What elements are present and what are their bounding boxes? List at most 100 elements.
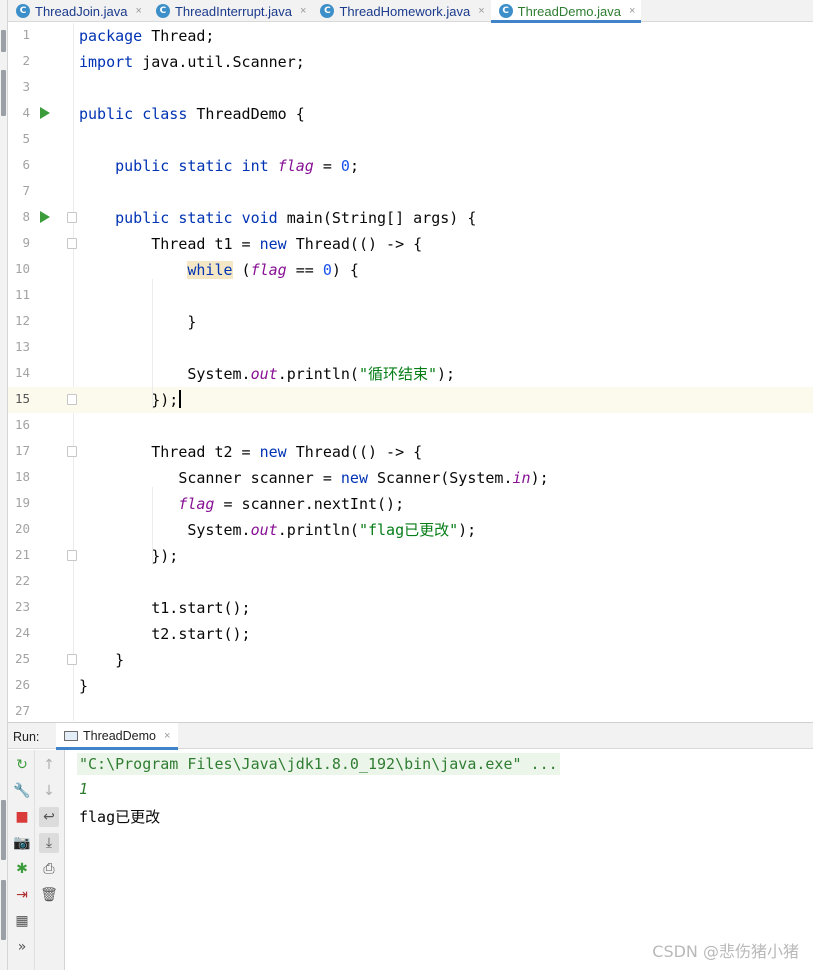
- line-number: 6: [22, 157, 30, 172]
- more-icon[interactable]: »: [12, 937, 32, 957]
- print-icon[interactable]: ⎙: [39, 859, 59, 879]
- code-line[interactable]: 2 import java.util.Scanner;: [8, 49, 813, 75]
- console-window-icon: [64, 731, 78, 741]
- java-class-icon: C: [320, 4, 335, 18]
- line-number: 7: [22, 183, 30, 198]
- run-console[interactable]: "C:\Program Files\Java\jdk1.8.0_192\bin\…: [66, 750, 813, 970]
- indent-guide: [152, 487, 153, 565]
- java-class-icon: C: [16, 4, 30, 18]
- code-line[interactable]: 6 public static int flag = 0;: [8, 153, 813, 179]
- code-text: System.out.println("循环结束");: [79, 365, 456, 383]
- code-line[interactable]: 25 }: [8, 647, 813, 673]
- close-icon[interactable]: ×: [136, 5, 142, 17]
- line-number: 20: [14, 521, 30, 536]
- code-line[interactable]: 22: [8, 569, 813, 595]
- line-number: 26: [14, 677, 30, 692]
- run-toolbar-secondary: ↑ ↓ ↩ ⤓ ⎙ 🗑: [35, 750, 65, 970]
- line-number: 22: [14, 573, 30, 588]
- code-line[interactable]: 19 flag = scanner.nextInt();: [8, 491, 813, 517]
- code-line[interactable]: 14 System.out.println("循环结束");: [8, 361, 813, 387]
- code-line[interactable]: 9 Thread t1 = new Thread(() -> {: [8, 231, 813, 257]
- line-number: 23: [14, 599, 30, 614]
- fold-marker-icon[interactable]: [67, 212, 77, 223]
- code-text: t1.start();: [79, 599, 251, 617]
- tab-label: ThreadHomework.java: [339, 3, 471, 19]
- line-number: 8: [22, 209, 30, 224]
- fold-marker-icon[interactable]: [67, 238, 77, 249]
- line-number: 9: [22, 235, 30, 250]
- fold-marker-icon[interactable]: [67, 550, 77, 561]
- code-text: package Thread;: [79, 27, 215, 45]
- code-line[interactable]: 13: [8, 335, 813, 361]
- project-tool-tab[interactable]: [1, 30, 6, 52]
- code-text: public static int flag = 0;: [115, 157, 359, 175]
- code-line[interactable]: 21 });: [8, 543, 813, 569]
- trash-icon[interactable]: 🗑: [39, 885, 59, 905]
- rerun-icon[interactable]: ↻: [12, 755, 32, 775]
- code-line[interactable]: 5: [8, 127, 813, 153]
- code-line[interactable]: 10 while (flag == 0) {: [8, 257, 813, 283]
- code-text: public static void main(String[] args) {: [115, 209, 477, 227]
- fold-marker-icon[interactable]: [67, 394, 77, 405]
- code-text: while (flag == 0) {: [187, 261, 359, 279]
- code-line[interactable]: 24 t2.start();: [8, 621, 813, 647]
- code-text: flag = scanner.nextInt();: [178, 495, 405, 513]
- java-class-icon: C: [498, 4, 513, 18]
- tab-label: ThreadDemo.java: [517, 3, 621, 19]
- line-number: 17: [14, 443, 30, 458]
- run-config-tab[interactable]: ThreadDemo ×: [56, 723, 179, 750]
- line-number: 25: [14, 651, 30, 666]
- code-line[interactable]: 12 }: [8, 309, 813, 335]
- line-number: 24: [14, 625, 30, 640]
- tab-threaddemo[interactable]: C ThreadDemo.java ×: [490, 0, 642, 23]
- code-line[interactable]: 11: [8, 283, 813, 309]
- code-line[interactable]: 17 Thread t2 = new Thread(() -> {: [8, 439, 813, 465]
- line-number: 1: [22, 27, 30, 42]
- camera-icon[interactable]: 📷: [12, 833, 32, 853]
- code-text: }: [79, 651, 125, 669]
- arrow-up-icon[interactable]: ↑: [39, 755, 59, 775]
- bookmarks-tool-tab[interactable]: [1, 800, 6, 860]
- line-number: 4: [22, 105, 30, 120]
- code-line[interactable]: 16: [8, 413, 813, 439]
- code-line[interactable]: 23 t1.start();: [8, 595, 813, 621]
- soft-wrap-icon[interactable]: ↩: [39, 807, 59, 827]
- code-line[interactable]: 3: [8, 75, 813, 101]
- code-line[interactable]: 7: [8, 179, 813, 205]
- tab-threadhomework[interactable]: C ThreadHomework.java ×: [312, 0, 490, 22]
- stop-icon[interactable]: ■: [12, 807, 32, 827]
- line-number: 11: [14, 287, 30, 302]
- code-line[interactable]: 8 public static void main(String[] args)…: [8, 205, 813, 231]
- structure-tool-tab[interactable]: [1, 70, 6, 116]
- run-panel-header: Run: ThreadDemo ×: [8, 722, 813, 750]
- code-line[interactable]: 4 public class ThreadDemo {: [8, 101, 813, 127]
- tab-threadjoin[interactable]: C ThreadJoin.java ×: [8, 0, 148, 22]
- fold-marker-icon[interactable]: [67, 446, 77, 457]
- scroll-to-end-icon[interactable]: ⤓: [39, 833, 59, 853]
- line-number: 2: [22, 53, 30, 68]
- favorites-tool-tab[interactable]: [1, 880, 6, 940]
- arrow-down-icon[interactable]: ↓: [39, 781, 59, 801]
- wrench-icon[interactable]: 🔧: [12, 781, 32, 801]
- code-editor[interactable]: 1 package Thread; 2 import java.util.Scanne…: [8, 23, 813, 721]
- console-user-input: 1: [79, 780, 89, 798]
- close-icon[interactable]: ×: [164, 730, 170, 742]
- debug-icon[interactable]: ✱: [12, 859, 32, 879]
- code-line[interactable]: 27: [8, 699, 813, 721]
- fold-marker-icon[interactable]: [67, 654, 77, 665]
- code-line[interactable]: 26}: [8, 673, 813, 699]
- run-gutter-icon[interactable]: [40, 107, 50, 119]
- code-line[interactable]: 20 System.out.println("flag已更改");: [8, 517, 813, 543]
- run-gutter-icon[interactable]: [40, 211, 50, 223]
- exit-icon[interactable]: ⇥: [12, 885, 32, 905]
- close-icon[interactable]: ×: [300, 5, 306, 17]
- tab-threadinterrupt[interactable]: C ThreadInterrupt.java ×: [148, 0, 313, 22]
- line-number: 18: [14, 469, 30, 484]
- layout-icon[interactable]: ▦: [12, 911, 32, 931]
- close-icon[interactable]: ×: [478, 5, 484, 17]
- code-line[interactable]: 15 });: [8, 387, 813, 413]
- line-number: 14: [14, 365, 30, 380]
- close-icon[interactable]: ×: [629, 5, 635, 17]
- code-line[interactable]: 18 Scanner scanner = new Scanner(System.…: [8, 465, 813, 491]
- code-line[interactable]: 1 package Thread;: [8, 23, 813, 49]
